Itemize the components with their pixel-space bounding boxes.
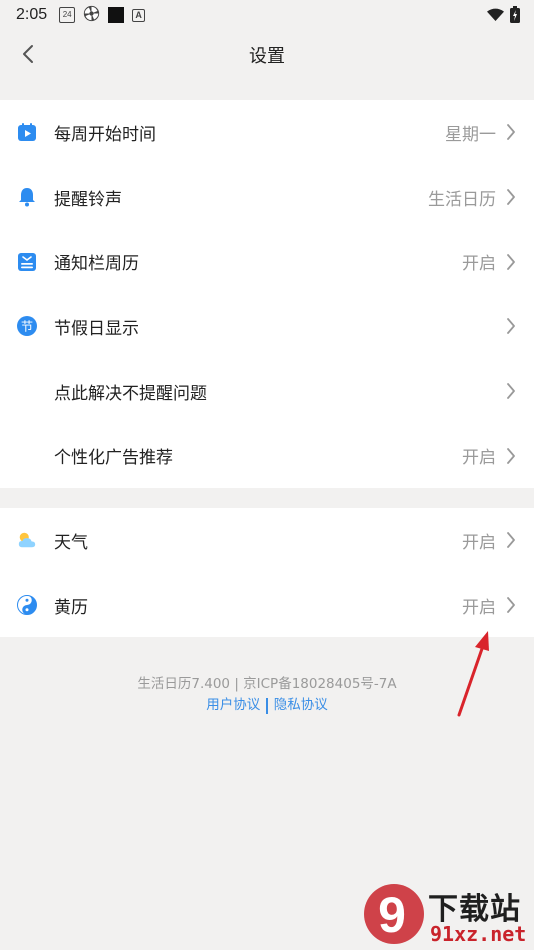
battery-icon xyxy=(510,6,520,27)
holiday-badge-text: 节 xyxy=(21,320,33,334)
pinwheel-icon xyxy=(83,5,100,26)
footer-divider xyxy=(266,697,268,714)
chevron-right-icon xyxy=(505,595,517,615)
status-right xyxy=(487,6,520,27)
version-text: 生活日历7.400 | 京ICP备18028405号-7A xyxy=(137,676,397,692)
black-square-icon xyxy=(108,7,125,23)
row-value: 生活日历 xyxy=(428,189,496,210)
setting-row-fix-reminder[interactable]: 点此解决不提醒问题 xyxy=(0,359,534,424)
bell-icon xyxy=(17,187,37,207)
watermark: 9 下载站 91xz.net xyxy=(360,880,534,950)
row-value: 星期一 xyxy=(445,124,496,145)
page-title: 设置 xyxy=(249,46,285,67)
row-value: 开启 xyxy=(462,448,496,469)
watermark-logo-text: 9 xyxy=(378,887,406,943)
row-label: 提醒铃声 xyxy=(54,189,122,210)
setting-row-weather[interactable]: 天气 开启 xyxy=(0,508,534,573)
notification-card-icon xyxy=(17,252,37,272)
setting-row-holiday-display[interactable]: 节 节假日显示 xyxy=(0,294,534,359)
status-bar: 2:05 24 A xyxy=(0,0,534,30)
row-label: 天气 xyxy=(54,532,88,553)
chevron-right-icon xyxy=(505,381,517,401)
row-label: 点此解决不提醒问题 xyxy=(54,383,207,404)
footer: 生活日历7.400 | 京ICP备18028405号-7A 用户协议 隐私协议 xyxy=(0,674,534,716)
row-value: 开启 xyxy=(462,597,496,618)
row-label: 个性化广告推荐 xyxy=(54,448,173,469)
settings-group-general: 每周开始时间 星期一 提醒铃声 生活日历 通知栏周历 开启 节 节假日显示 点此… xyxy=(0,100,534,488)
row-label: 黄历 xyxy=(54,597,88,618)
watermark-text-url: 91xz.net xyxy=(430,922,527,946)
header: 设置 xyxy=(0,30,534,80)
yin-yang-icon xyxy=(17,595,37,616)
privacy-policy-link[interactable]: 隐私协议 xyxy=(274,695,328,716)
a-box-icon: A xyxy=(132,8,146,22)
chevron-right-icon xyxy=(505,446,517,466)
wifi-icon xyxy=(487,8,504,26)
user-agreement-link[interactable]: 用户协议 xyxy=(206,695,260,716)
footer-links: 用户协议 隐私协议 xyxy=(0,695,534,716)
chevron-right-icon xyxy=(505,122,517,142)
setting-row-week-start[interactable]: 每周开始时间 星期一 xyxy=(0,100,534,165)
setting-row-personalized-ads[interactable]: 个性化广告推荐 开启 xyxy=(0,423,534,488)
row-value: 开启 xyxy=(462,532,496,553)
settings-group-features: 天气 开启 黄历 开启 xyxy=(0,508,534,637)
setting-row-notification-calendar[interactable]: 通知栏周历 开启 xyxy=(0,229,534,294)
row-label: 节假日显示 xyxy=(54,318,139,339)
holiday-badge-icon: 节 xyxy=(17,316,37,337)
chevron-right-icon xyxy=(505,187,517,207)
calendar-icon: 24 xyxy=(59,7,76,23)
row-value: 开启 xyxy=(462,254,496,275)
status-time: 2:05 xyxy=(16,6,48,23)
watermark-logo-icon: 9 xyxy=(364,884,424,944)
setting-row-reminder-ringtone[interactable]: 提醒铃声 生活日历 xyxy=(0,165,534,230)
weather-icon xyxy=(17,530,37,550)
chevron-right-icon xyxy=(505,530,517,550)
chevron-right-icon xyxy=(505,252,517,272)
calendar-play-icon xyxy=(17,122,37,142)
row-label: 每周开始时间 xyxy=(54,124,156,145)
row-label: 通知栏周历 xyxy=(54,254,139,275)
chevron-right-icon xyxy=(505,316,517,336)
